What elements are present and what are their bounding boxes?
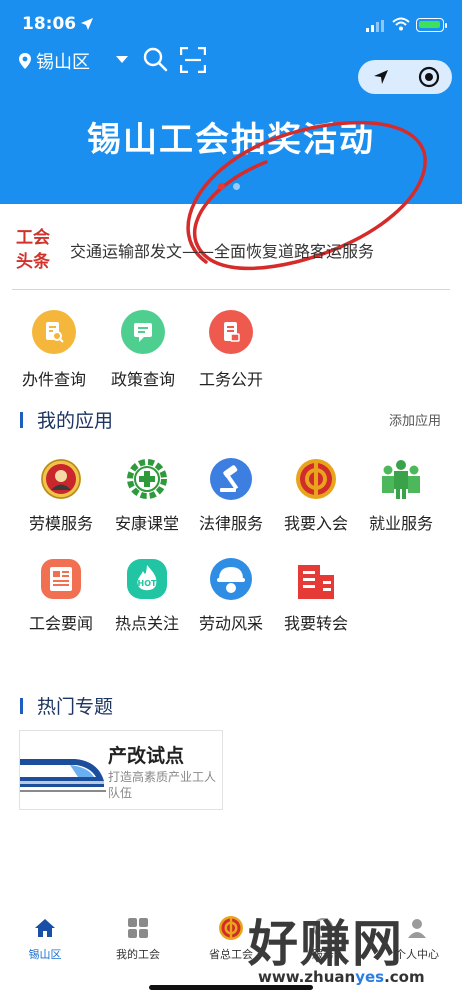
model-worker-badge-icon <box>38 456 84 502</box>
region-label: 锡山区 <box>36 52 90 73</box>
app-hot-topics[interactable]: HOT 热点关注 <box>104 556 190 634</box>
app-label: 我要转会 <box>283 614 348 633</box>
carousel-dot-active <box>218 183 225 190</box>
grid-icon <box>103 915 173 941</box>
document-search-icon <box>32 310 76 354</box>
buildings-icon <box>293 556 339 602</box>
train-icon <box>20 759 106 792</box>
topic-subtitle: 打造高素质产业工人队伍 <box>108 770 217 800</box>
signal-icon <box>366 20 384 32</box>
union-emblem-icon <box>293 456 339 502</box>
chat-doc-icon <box>121 310 165 354</box>
app-transfer-union[interactable]: 我要转会 <box>273 556 359 634</box>
region-selector[interactable]: 锡山区 <box>18 48 90 74</box>
quick-action-label: 办件查询 <box>21 370 86 389</box>
watermark: 好赚网 <box>248 916 404 972</box>
headline-text[interactable]: 交通运输部发文——全面恢复道路客运服务 <box>70 238 374 262</box>
watermark-url: www.zhuanyes.com <box>258 968 425 986</box>
app-union-news[interactable]: 工会要闻 <box>18 556 104 634</box>
home-icon <box>10 915 80 941</box>
app-safety-class[interactable]: 安康课堂 <box>104 456 190 534</box>
doc-stamp-icon <box>209 310 253 354</box>
navigation-arrow-icon[interactable] <box>372 68 390 86</box>
app-label: 热点关注 <box>114 614 179 633</box>
add-app-link[interactable]: 添加应用 <box>389 410 441 429</box>
app-label: 劳模服务 <box>28 514 93 533</box>
app-label: 就业服务 <box>368 514 433 533</box>
svg-text:HOT: HOT <box>138 579 157 588</box>
hot-topics-title: 热门专题 <box>20 692 113 719</box>
headline-ticker[interactable]: 工会 头条 交通运输部发文——全面恢复道路客运服务 <box>0 218 462 284</box>
battery-icon <box>416 18 444 32</box>
app-label: 我要入会 <box>283 514 348 533</box>
newspaper-icon <box>38 556 84 602</box>
tab-my-union[interactable]: 我的工会 <box>103 915 173 962</box>
my-apps-title: 我的应用 <box>20 406 113 433</box>
quick-action-label: 工务公开 <box>198 370 263 389</box>
app-labor-style[interactable]: 劳动风采 <box>188 556 274 634</box>
record-icon[interactable] <box>418 66 440 88</box>
topic-title: 产改试点 <box>108 745 185 767</box>
headline-logo: 工会 头条 <box>16 228 50 272</box>
safety-cross-gear-icon <box>124 456 170 502</box>
carousel-dot <box>233 183 240 190</box>
gavel-icon <box>208 456 254 502</box>
header-banner[interactable]: 18:06 锡山区 锡山工会抽奖活动 <box>0 0 462 271</box>
search-icon[interactable] <box>142 46 168 72</box>
tab-home[interactable]: 锡山区 <box>10 915 80 962</box>
app-label: 工会要闻 <box>28 614 93 633</box>
app-label: 劳动风采 <box>198 614 263 633</box>
divider <box>12 289 450 290</box>
quick-action-label: 政策查询 <box>110 370 175 389</box>
hot-flame-icon: HOT <box>124 556 170 602</box>
app-legal-service[interactable]: 法律服务 <box>188 456 274 534</box>
app-label: 安康课堂 <box>114 514 179 533</box>
status-bar: 18:06 <box>0 0 462 44</box>
carousel-dots <box>218 183 240 190</box>
chevron-down-icon[interactable] <box>116 56 128 63</box>
app-join-union[interactable]: 我要入会 <box>273 456 359 534</box>
quick-action-case-query[interactable]: 办件查询 <box>14 310 94 390</box>
quick-action-public-affairs[interactable]: 工务公开 <box>191 310 271 390</box>
status-time: 18:06 <box>22 14 77 34</box>
app-employment[interactable]: 就业服务 <box>358 456 444 534</box>
watermark-text: 好赚网 <box>248 915 404 973</box>
location-arrow-icon <box>81 18 93 30</box>
app-model-worker[interactable]: 劳模服务 <box>18 456 104 534</box>
wifi-icon <box>392 17 410 31</box>
people-group-icon <box>378 456 424 502</box>
location-pin-icon <box>19 53 31 69</box>
app-label: 法律服务 <box>198 514 263 533</box>
scan-icon[interactable] <box>180 47 206 73</box>
home-indicator <box>149 985 313 990</box>
topic-card[interactable]: 产改试点 打造高素质产业工人队伍 <box>19 730 223 810</box>
worker-helmet-icon <box>208 556 254 602</box>
quick-action-policy-query[interactable]: 政策查询 <box>103 310 183 390</box>
